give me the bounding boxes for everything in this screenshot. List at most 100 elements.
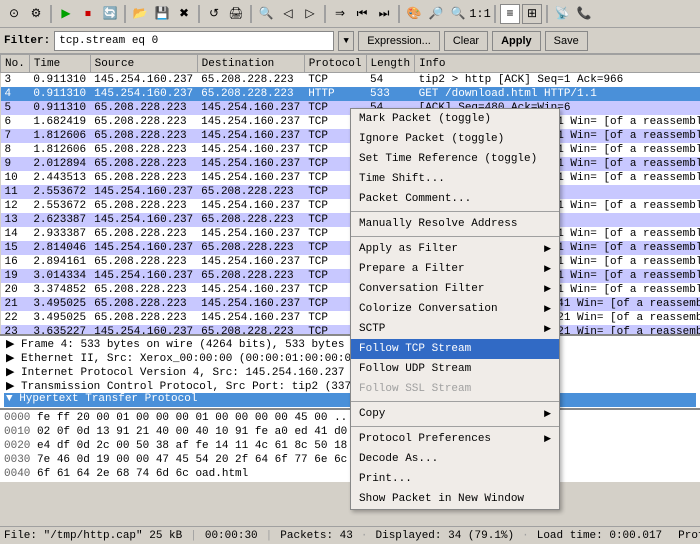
icon-capture-stop[interactable]: ⏹ [78,4,98,24]
menu-item-conversation-filter[interactable]: Conversation Filter▶ [351,279,559,299]
menu-item-follow-udp-stream[interactable]: Follow UDP Stream [351,359,559,379]
table-row[interactable]: 30.911310145.254.160.23765.208.228.223TC… [1,73,700,87]
apply-filter-button[interactable]: Apply [492,31,541,51]
menu-item-show-packet-in-new-window[interactable]: Show Packet in New Window [351,489,559,509]
menu-item-label: Copy [359,408,385,420]
toolbar-separator-5 [324,5,326,23]
filter-dropdown-button[interactable]: ▼ [338,31,354,51]
toolbar-separator-7 [494,5,496,23]
menu-item-label: Manually Resolve Address [359,218,517,230]
menu-item-label: Ignore Packet (toggle) [359,133,504,145]
icon-open[interactable]: ⊙ [4,4,24,24]
status-file: File: "/tmp/http.cap" 25 kB [4,530,182,542]
icon-wireless[interactable]: 📡 [552,4,572,24]
menu-item-label: Follow TCP Stream [359,343,471,355]
menu-item-copy[interactable]: Copy▶ [351,404,559,424]
menu-item-label: Follow UDP Stream [359,363,471,375]
menu-item-label: Set Time Reference (toggle) [359,153,537,165]
menu-separator [351,211,559,212]
menu-item-label: Follow SSL Stream [359,383,471,395]
menu-item-manually-resolve-address[interactable]: Manually Resolve Address [351,214,559,234]
icon-save[interactable]: 💾 [152,4,172,24]
icon-find[interactable]: 🔍 [256,4,276,24]
icon-expand[interactable]: ⊞ [522,4,542,24]
col-info[interactable]: Info [415,55,700,73]
icon-capture-start[interactable]: ▶ [56,4,76,24]
status-load-time: Load time: 0:00.017 [537,530,662,542]
menu-item-colorize-conversation[interactable]: Colorize Conversation▶ [351,299,559,319]
toolbar-separator-8 [546,5,548,23]
icon-colorize[interactable]: 🎨 [404,4,424,24]
menu-item-decode-as[interactable]: Decode As... [351,449,559,469]
column-headers: No. Time Source Destination Protocol Len… [1,55,700,73]
icon-print[interactable]: 🖨 [226,4,246,24]
status-time: 00:00:30 [205,530,258,542]
icon-first-packet[interactable]: ⏮ [352,4,372,24]
menu-item-sctp[interactable]: SCTP ▶ [351,319,559,339]
menu-item-set-time-reference-toggle[interactable]: Set Time Reference (toggle) [351,149,559,169]
icon-voip[interactable]: 📞 [574,4,594,24]
filter-input[interactable] [54,31,334,51]
clear-button[interactable]: Clear [444,31,488,51]
filter-label: Filter: [4,35,50,47]
toolbar-separator-2 [124,5,126,23]
submenu-arrow-icon: ▶ [544,244,551,254]
icon-back[interactable]: ◁ [278,4,298,24]
menu-item-mark-packet-toggle[interactable]: Mark Packet (toggle) [351,109,559,129]
menu-item-follow-ssl-stream: Follow SSL Stream [351,379,559,399]
icon-reload[interactable]: ↺ [204,4,224,24]
icon-capture-restart[interactable]: 🔄 [100,4,120,24]
icon-zoom-in[interactable]: 🔎 [426,4,446,24]
toolbar-separator-4 [250,5,252,23]
menu-item-label: SCTP [359,323,385,335]
main-toolbar: ⊙ ⚙ ▶ ⏹ 🔄 📂 💾 ✖ ↺ 🖨 🔍 ◁ ▷ ⇒ ⏮ ⏭ 🎨 🔎 🔍 1:… [0,0,700,28]
col-length[interactable]: Length [366,55,415,73]
col-protocol[interactable]: Protocol [304,55,366,73]
submenu-arrow-icon: ▶ [544,264,551,274]
col-source[interactable]: Source [90,55,197,73]
icon-resize-columns[interactable]: ≡ [500,4,520,24]
menu-item-label: Decode As... [359,453,438,465]
status-profile: Profile: Default [678,530,700,542]
icon-zoom-normal[interactable]: 1:1 [470,4,490,24]
toolbar-separator-3 [198,5,200,23]
icon-last-packet[interactable]: ⏭ [374,4,394,24]
icon-settings[interactable]: ⚙ [26,4,46,24]
submenu-arrow-icon: ▶ [544,434,551,444]
save-filter-button[interactable]: Save [545,31,588,51]
icon-open-file[interactable]: 📂 [130,4,150,24]
icon-forward[interactable]: ▷ [300,4,320,24]
context-menu: Mark Packet (toggle) Ignore Packet (toggl… [350,108,560,510]
icon-go-to-packet[interactable]: ⇒ [330,4,350,24]
col-time[interactable]: Time [29,55,90,73]
status-bar: File: "/tmp/http.cap" 25 kB | 00:00:30 |… [0,526,700,544]
menu-item-label: Prepare a Filter [359,263,465,275]
menu-item-apply-as-filter[interactable]: Apply as Filter ▶ [351,239,559,259]
menu-separator [351,401,559,402]
icon-zoom-out[interactable]: 🔍 [448,4,468,24]
menu-item-prepare-a-filter[interactable]: Prepare a Filter ▶ [351,259,559,279]
menu-item-protocol-preferences[interactable]: Protocol Preferences▶ [351,429,559,449]
expression-button[interactable]: Expression... [358,31,440,51]
menu-item-print[interactable]: Print... [351,469,559,489]
icon-close[interactable]: ✖ [174,4,194,24]
menu-separator [351,236,559,237]
submenu-arrow-icon: ▶ [544,324,551,334]
menu-item-label: Colorize Conversation [359,303,498,315]
menu-item-label: Apply as Filter [359,243,458,255]
col-no[interactable]: No. [1,55,30,73]
menu-item-label: Print... [359,473,412,485]
menu-item-label: Time Shift... [359,173,445,185]
menu-item-time-shift[interactable]: Time Shift... [351,169,559,189]
menu-item-packet-comment[interactable]: Packet Comment... [351,189,559,209]
status-displayed: Displayed: 34 (79.1%) [376,530,515,542]
menu-item-follow-tcp-stream[interactable]: Follow TCP Stream [351,339,559,359]
menu-item-ignore-packet-toggle[interactable]: Ignore Packet (toggle) [351,129,559,149]
menu-item-label: Show Packet in New Window [359,493,524,505]
col-destination[interactable]: Destination [197,55,304,73]
menu-item-label: Packet Comment... [359,193,471,205]
table-row[interactable]: 40.911310145.254.160.23765.208.228.223HT… [1,87,700,101]
menu-separator [351,426,559,427]
toolbar-separator-6 [398,5,400,23]
toolbar-separator-1 [50,5,52,23]
